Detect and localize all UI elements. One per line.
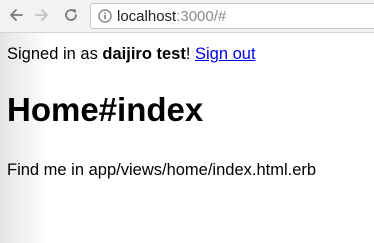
info-circle-icon[interactable] [98, 9, 112, 23]
body-text: Find me in app/views/home/index.html.erb [7, 161, 317, 179]
arrow-right-icon [35, 9, 48, 21]
reload-button[interactable] [60, 4, 82, 26]
notice-prefix: Signed in as [7, 45, 103, 63]
reload-icon [65, 9, 77, 21]
url-path: :3000/# [176, 8, 227, 25]
page-title: Home#index [7, 91, 204, 128]
page-content: Signed in as daijiro test! Sign out Home… [0, 33, 374, 243]
user-name: daijiro test [102, 45, 186, 63]
signed-in-notice: Signed in as daijiro test! Sign out [7, 44, 256, 64]
browser-window: localhost:3000/# Signed in as daijiro te… [0, 0, 374, 243]
edge-shadow [0, 33, 48, 243]
url-host: localhost [117, 8, 177, 25]
back-button[interactable] [5, 4, 27, 26]
forward-button[interactable] [31, 4, 53, 26]
address-url[interactable]: localhost:3000/# [117, 8, 226, 25]
sign-out-link[interactable]: Sign out [195, 45, 256, 63]
address-bar[interactable]: localhost:3000/# [90, 3, 374, 29]
arrow-left-icon [10, 9, 23, 21]
notice-suffix: ! [185, 45, 196, 63]
browser-toolbar: localhost:3000/# [0, 0, 374, 33]
